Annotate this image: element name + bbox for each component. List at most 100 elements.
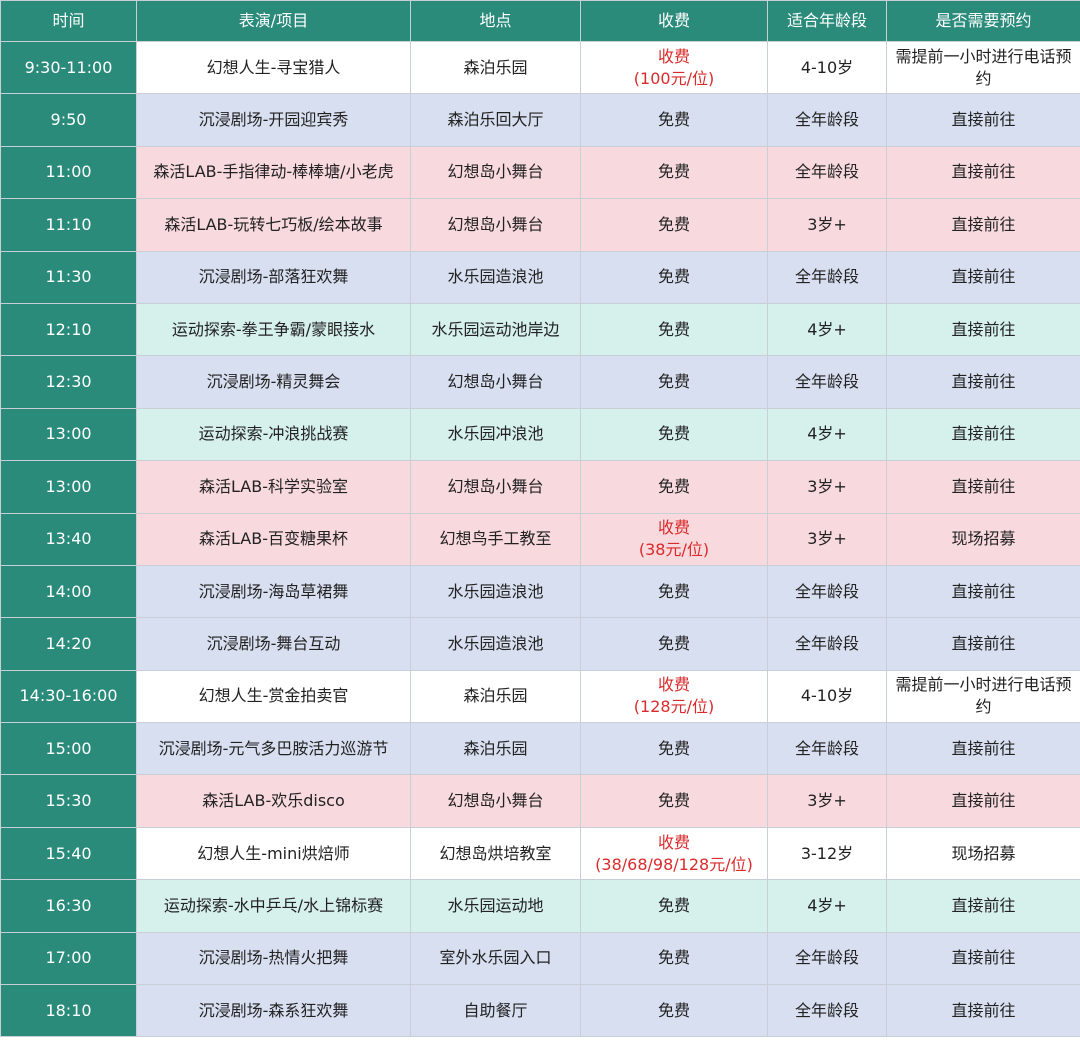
cell-time: 14:20 bbox=[0, 617, 137, 671]
table-row: 15:30 森活LAB-欢乐disco 幻想岛小舞台 免费 3岁+ 直接前往 bbox=[0, 774, 1080, 828]
cell-booking: 直接前往 bbox=[886, 93, 1080, 147]
cell-fee: 免费 bbox=[580, 617, 768, 671]
cell-age: 3岁+ bbox=[767, 774, 887, 828]
cell-booking: 直接前往 bbox=[886, 355, 1080, 409]
cell-location: 幻想岛烘培教室 bbox=[410, 826, 581, 881]
cell-location: 森泊乐园 bbox=[410, 722, 581, 776]
cell-fee: 免费 bbox=[580, 145, 768, 200]
table-row: 9:50 沉浸剧场-开园迎宾秀 森泊乐回大厅 免费 全年龄段 直接前往 bbox=[0, 93, 1080, 147]
cell-location: 水乐园运动池岸边 bbox=[410, 302, 581, 357]
cell-age: 全年龄段 bbox=[767, 984, 887, 1038]
cell-program: 沉浸剧场-元气多巴胺活力巡游节 bbox=[136, 722, 411, 776]
table-row: 14:20 沉浸剧场-舞台互动 水乐园造浪池 免费 全年龄段 直接前往 bbox=[0, 617, 1080, 671]
cell-fee: 免费 bbox=[580, 355, 768, 409]
cell-age: 全年龄段 bbox=[767, 145, 887, 200]
cell-fee: 免费 bbox=[580, 564, 768, 619]
cell-program: 幻想人生-mini烘焙师 bbox=[136, 826, 411, 881]
cell-time: 15:30 bbox=[0, 774, 137, 828]
cell-fee: 收费 (38/68/98/128元/位) bbox=[580, 826, 768, 881]
cell-age: 全年龄段 bbox=[767, 564, 887, 619]
cell-program: 沉浸剧场-部落狂欢舞 bbox=[136, 250, 411, 304]
cell-fee: 免费 bbox=[580, 250, 768, 304]
cell-booking: 直接前往 bbox=[886, 931, 1080, 986]
header-booking: 是否需要预约 bbox=[886, 0, 1080, 42]
cell-booking: 直接前往 bbox=[886, 302, 1080, 357]
table-row: 18:10 沉浸剧场-森系狂欢舞 自助餐厅 免费 全年龄段 直接前往 bbox=[0, 984, 1080, 1038]
cell-age: 4-10岁 bbox=[767, 669, 887, 724]
cell-program: 沉浸剧场-开园迎宾秀 bbox=[136, 93, 411, 147]
cell-age: 3岁+ bbox=[767, 198, 887, 252]
cell-booking: 直接前往 bbox=[886, 198, 1080, 252]
header-fee: 收费 bbox=[580, 0, 768, 42]
table-row: 15:00 沉浸剧场-元气多巴胺活力巡游节 森泊乐园 免费 全年龄段 直接前往 bbox=[0, 722, 1080, 776]
cell-program: 沉浸剧场-热情火把舞 bbox=[136, 931, 411, 986]
cell-location: 水乐园运动地 bbox=[410, 879, 581, 933]
cell-time: 11:00 bbox=[0, 145, 137, 200]
fee-label: 免费 bbox=[657, 1000, 690, 1020]
cell-age: 4岁+ bbox=[767, 879, 887, 933]
table-row: 11:10 森活LAB-玩转七巧板/绘本故事 幻想岛小舞台 免费 3岁+ 直接前往 bbox=[0, 198, 1080, 252]
cell-program: 森活LAB-手指律动-棒棒塘/小老虎 bbox=[136, 145, 411, 200]
cell-time: 16:30 bbox=[0, 879, 137, 933]
cell-booking: 直接前往 bbox=[886, 879, 1080, 933]
cell-program: 森活LAB-百变糖果杯 bbox=[136, 512, 411, 566]
cell-location: 水乐园冲浪池 bbox=[410, 407, 581, 462]
cell-age: 3岁+ bbox=[767, 512, 887, 566]
table-row: 9:30-11:00 幻想人生-寻宝猎人 森泊乐园 收费 (100元/位) 4-10岁 需提… bbox=[0, 40, 1080, 95]
header-time: 时间 bbox=[0, 0, 137, 42]
table-row: 13:00 运动探索-冲浪挑战赛 水乐园冲浪池 免费 4岁+ 直接前往 bbox=[0, 407, 1080, 462]
cell-booking: 直接前往 bbox=[886, 145, 1080, 200]
cell-booking: 需提前一小时进行电话预约 bbox=[886, 40, 1080, 95]
cell-location: 水乐园造浪池 bbox=[410, 250, 581, 304]
cell-fee: 免费 bbox=[580, 984, 768, 1038]
cell-time: 14:30-16:00 bbox=[0, 669, 137, 724]
cell-age: 全年龄段 bbox=[767, 355, 887, 409]
cell-time: 9:50 bbox=[0, 93, 137, 147]
cell-time: 12:30 bbox=[0, 355, 137, 409]
cell-time: 18:10 bbox=[0, 984, 137, 1038]
cell-program: 森活LAB-科学实验室 bbox=[136, 460, 411, 514]
table-row: 14:30-16:00 幻想人生-赏金拍卖官 森泊乐园 收费 (128元/位) 4-10岁… bbox=[0, 669, 1080, 724]
cell-age: 3岁+ bbox=[767, 460, 887, 514]
fee-label: 免费 bbox=[657, 633, 690, 653]
fee-label: 免费 bbox=[657, 895, 690, 915]
cell-fee: 收费 (128元/位) bbox=[580, 669, 768, 724]
cell-booking: 现场招募 bbox=[886, 826, 1080, 881]
cell-program: 沉浸剧场-精灵舞会 bbox=[136, 355, 411, 409]
fee-label: 收费 bbox=[657, 518, 690, 538]
cell-location: 幻想岛小舞台 bbox=[410, 460, 581, 514]
cell-time: 15:40 bbox=[0, 826, 137, 881]
fee-label: 免费 bbox=[657, 738, 690, 758]
cell-age: 4-10岁 bbox=[767, 40, 887, 95]
cell-location: 水乐园造浪池 bbox=[410, 617, 581, 671]
table-row: 12:30 沉浸剧场-精灵舞会 幻想岛小舞台 免费 全年龄段 直接前往 bbox=[0, 355, 1080, 409]
cell-fee: 免费 bbox=[580, 879, 768, 933]
cell-fee: 免费 bbox=[580, 407, 768, 462]
fee-label: 免费 bbox=[657, 476, 690, 496]
fee-label: 收费 bbox=[657, 675, 690, 695]
fee-label: 免费 bbox=[657, 214, 690, 234]
cell-location: 幻想岛小舞台 bbox=[410, 355, 581, 409]
cell-location: 幻想岛小舞台 bbox=[410, 774, 581, 828]
cell-time: 11:30 bbox=[0, 250, 137, 304]
cell-fee: 免费 bbox=[580, 302, 768, 357]
cell-time: 15:00 bbox=[0, 722, 137, 776]
fee-label: 免费 bbox=[657, 110, 690, 130]
cell-age: 全年龄段 bbox=[767, 617, 887, 671]
cell-age: 4岁+ bbox=[767, 302, 887, 357]
header-location: 地点 bbox=[410, 0, 581, 42]
fee-label: 收费 bbox=[657, 832, 690, 852]
cell-program: 幻想人生-赏金拍卖官 bbox=[136, 669, 411, 724]
table-row: 17:00 沉浸剧场-热情火把舞 室外水乐园入口 免费 全年龄段 直接前往 bbox=[0, 931, 1080, 986]
cell-age: 全年龄段 bbox=[767, 93, 887, 147]
header-row: 时间 表演/项目 地点 收费 适合年龄段 是否需要预约 bbox=[0, 0, 1080, 42]
cell-location: 水乐园造浪池 bbox=[410, 564, 581, 619]
fee-price: (38/68/98/128元/位) bbox=[595, 854, 753, 874]
cell-fee: 收费 (38元/位) bbox=[580, 512, 768, 566]
fee-label: 免费 bbox=[657, 372, 690, 392]
table-row: 12:10 运动探索-拳王争霸/蒙眼接水 水乐园运动池岸边 免费 4岁+ 直接前往 bbox=[0, 302, 1080, 357]
fee-label: 免费 bbox=[657, 319, 690, 339]
table-body: 9:30-11:00 幻想人生-寻宝猎人 森泊乐园 收费 (100元/位) 4-10岁 需提… bbox=[0, 40, 1080, 1038]
cell-booking: 直接前往 bbox=[886, 407, 1080, 462]
cell-program: 沉浸剧场-舞台互动 bbox=[136, 617, 411, 671]
